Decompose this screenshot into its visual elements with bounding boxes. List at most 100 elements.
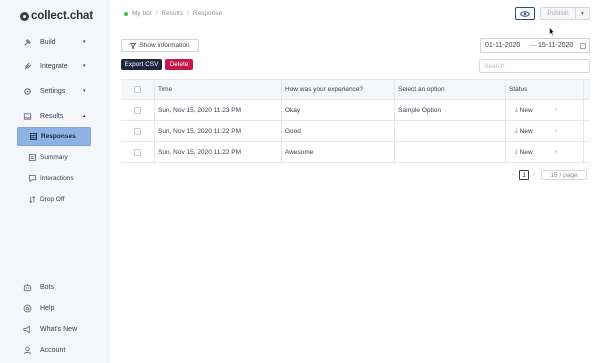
megaphone-icon (22, 324, 32, 334)
chevron-down-icon[interactable]: ∨ (554, 142, 558, 162)
page-size-select[interactable]: 15 / page (541, 170, 587, 180)
status-dropdown[interactable]: ⤓ New (511, 142, 533, 162)
logo[interactable]: collect.chat (20, 8, 93, 24)
table-row[interactable]: Sun, Nov 15, 2020 11:22 PM Good ⤓ New ∨ (121, 121, 590, 142)
show-information-label: Show information (139, 42, 190, 49)
table-row[interactable]: Sun, Nov 15, 2020 11:23 PM Okay Sample O… (121, 100, 590, 121)
column-header-option[interactable]: Select an option (394, 80, 445, 99)
cell-time: Sun, Nov 15, 2020 11:22 PM (158, 127, 241, 135)
sidebar-item-account[interactable]: Account (0, 341, 109, 359)
cell-experience: Awesome (285, 148, 314, 156)
show-information-button[interactable]: Show information (121, 39, 199, 52)
sidebar-item-label: Help (40, 304, 55, 312)
pagination-next-button[interactable]: › (531, 170, 537, 179)
filter-icon (130, 42, 137, 49)
breadcrumb-section[interactable]: Results (161, 10, 183, 17)
status-value: New (519, 106, 533, 114)
user-icon (22, 345, 32, 355)
summary-icon (28, 154, 36, 162)
column-header-experience[interactable]: How was your experience? (281, 80, 363, 99)
chevron-down-icon[interactable]: ∨ (554, 100, 558, 120)
sidebar-item-label: Interactions (40, 175, 74, 182)
cell-option (394, 142, 398, 162)
row-checkbox[interactable] (134, 148, 141, 156)
column-header-time[interactable]: Time (154, 80, 172, 99)
sidebar: collect.chat Build ▾ Integrate ▾ Setting… (0, 0, 109, 363)
row-checkbox[interactable] (134, 127, 141, 135)
export-csv-button[interactable]: Export CSV (121, 59, 162, 70)
cell-time: Sun, Nov 15, 2020 11:23 PM (158, 106, 241, 114)
column-divider (583, 121, 584, 141)
row-checkbox[interactable] (134, 106, 141, 114)
sidebar-item-responses[interactable]: Responses (17, 127, 91, 146)
logo-icon (20, 11, 29, 21)
cell-time: Sun, Nov 15, 2020 11:22 PM (158, 148, 241, 156)
status-dropdown[interactable]: ⤓ New (511, 121, 533, 141)
table-icon (29, 133, 37, 141)
online-status-dot (124, 11, 128, 16)
mouse-cursor-icon (549, 27, 555, 36)
bot-icon (22, 282, 32, 292)
row-select-cell (131, 121, 141, 141)
chevron-down-icon: ▾ (83, 39, 86, 45)
row-select-cell (131, 142, 141, 162)
sidebar-item-drop-off[interactable]: Drop Off (17, 190, 91, 209)
breadcrumb: My bot / Results / Response (124, 10, 222, 17)
cell-option: Sample Option (398, 106, 441, 114)
eye-icon (520, 10, 530, 17)
sidebar-item-interactions[interactable]: Interactions (17, 169, 91, 188)
column-divider (505, 121, 506, 141)
status-dropdown[interactable]: ⤓ New (511, 100, 533, 120)
publish-button[interactable]: Publish (540, 7, 576, 20)
pagination-page-1[interactable]: 1 (519, 170, 529, 180)
date-range-picker[interactable]: 01-11-2020 — 15-11-2020 (480, 38, 590, 53)
sidebar-item-label: What's New (40, 325, 78, 333)
sidebar-item-build[interactable]: Build ▾ (0, 33, 109, 51)
sidebar-item-settings[interactable]: Settings ▾ (0, 82, 109, 100)
sidebar-item-label: Drop Off (40, 196, 65, 203)
breadcrumb-bot[interactable]: My bot (132, 10, 152, 17)
date-separator: — (530, 42, 537, 49)
calendar-icon (580, 43, 586, 49)
sidebar-item-help[interactable]: Help (0, 299, 109, 317)
plug-icon (22, 61, 32, 71)
preview-button[interactable] (515, 7, 535, 20)
inbox-icon (22, 111, 32, 121)
cell-experience: Good (285, 127, 301, 135)
cell-option (394, 121, 398, 141)
sidebar-item-integrate[interactable]: Integrate ▾ (0, 57, 109, 75)
sidebar-item-label: Responses (41, 133, 76, 140)
column-divider (583, 80, 584, 99)
sidebar-item-results[interactable]: Results ▴ (0, 107, 109, 125)
sidebar-item-summary[interactable]: Summary (17, 148, 91, 167)
publish-options-button[interactable]: ▼ (575, 7, 590, 20)
chevron-up-icon: ▴ (83, 113, 86, 119)
logo-text: collect.chat (31, 10, 94, 22)
select-all-cell (131, 80, 141, 99)
help-icon (22, 303, 32, 313)
responses-table: Time How was your experience? Select an … (121, 79, 590, 163)
search-input[interactable] (479, 59, 590, 73)
sidebar-item-label: Settings (40, 87, 66, 95)
sidebar-item-whats-new[interactable]: What's New (0, 320, 109, 338)
select-all-checkbox[interactable] (134, 86, 141, 93)
delete-button[interactable]: Delete (165, 59, 193, 70)
table-row[interactable]: Sun, Nov 15, 2020 11:22 PM Awesome ⤓ New… (121, 142, 590, 163)
sidebar-item-bots[interactable]: Bots (0, 278, 109, 296)
cell-experience: Okay (285, 106, 301, 114)
column-divider (583, 100, 584, 120)
status-value: New (519, 127, 533, 135)
sidebar-item-label: Bots (40, 283, 55, 291)
date-end[interactable]: 15-11-2020 (538, 42, 573, 49)
date-start[interactable]: 01-11-2020 (485, 42, 520, 49)
sidebar-item-label: Summary (40, 154, 68, 161)
pagination-prev-button[interactable]: ‹ (510, 170, 516, 179)
column-header-status[interactable]: Status (505, 80, 527, 99)
sidebar-item-label: Integrate (40, 62, 68, 70)
download-icon: ⤓ (515, 106, 518, 113)
status-value: New (519, 148, 533, 156)
sidebar-item-label: Results (40, 112, 64, 120)
chat-icon (28, 175, 36, 183)
chevron-down-icon[interactable]: ∨ (554, 121, 558, 141)
hammer-icon (22, 37, 32, 47)
